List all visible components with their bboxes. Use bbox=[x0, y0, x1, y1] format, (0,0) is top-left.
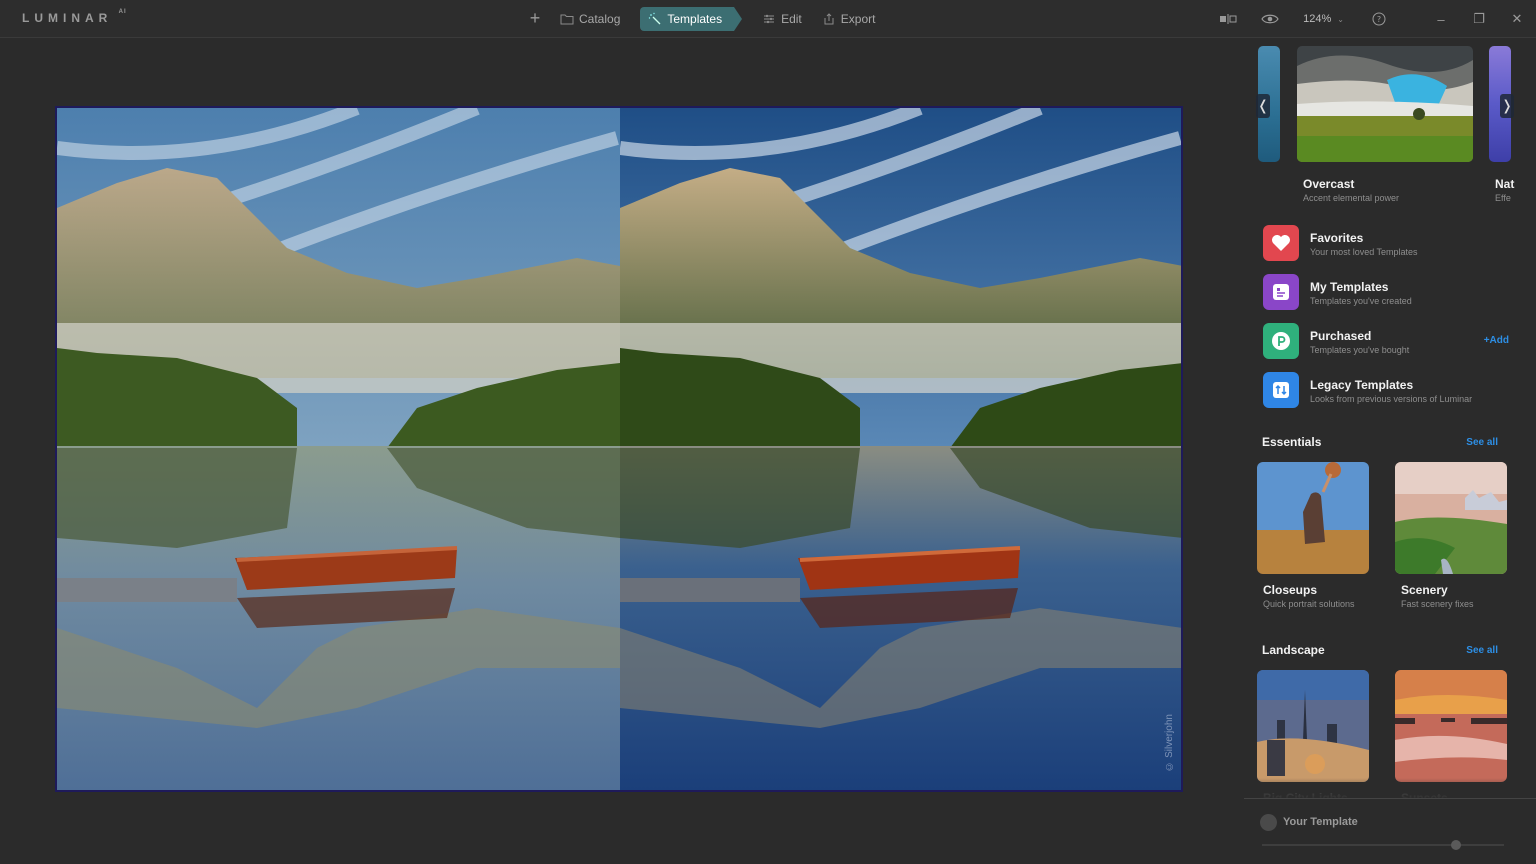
see-all-landscape-link[interactable]: See all bbox=[1466, 645, 1498, 656]
overcast-thumbnail bbox=[1297, 46, 1473, 162]
your-template-panel: Your Template bbox=[1244, 798, 1536, 864]
zoom-level-value: 124% bbox=[1303, 13, 1332, 25]
carousel-prev-button[interactable]: ❬ bbox=[1256, 94, 1270, 118]
collection-subtitle: Looks from previous versions of Luminar bbox=[1310, 394, 1473, 404]
section-title-essentials: Essentials bbox=[1262, 435, 1322, 449]
collection-subtitle: Your most loved Templates bbox=[1310, 247, 1418, 257]
template-thumbnail-placeholder bbox=[1260, 814, 1277, 831]
closeups-thumbnail bbox=[1257, 462, 1369, 574]
restore-icon: ❐ bbox=[1473, 11, 1485, 26]
tile-title: Closeups bbox=[1263, 583, 1318, 597]
folder-icon bbox=[560, 14, 574, 25]
legacy-icon bbox=[1263, 372, 1299, 408]
see-all-essentials-link[interactable]: See all bbox=[1466, 437, 1498, 448]
template-icon bbox=[1263, 274, 1299, 310]
big-city-lights-thumbnail bbox=[1257, 670, 1369, 782]
nav-export-label: Export bbox=[840, 12, 876, 26]
list-fade bbox=[1244, 778, 1536, 798]
carousel-next-button[interactable]: ❭ bbox=[1500, 94, 1514, 118]
nav-catalog-label: Catalog bbox=[579, 12, 621, 26]
template-tile-closeups[interactable] bbox=[1257, 462, 1369, 574]
nav-edit[interactable]: Edit bbox=[762, 7, 802, 31]
photo-watermark: © Silverjohn bbox=[1164, 714, 1175, 772]
logo-text: LUMINAR bbox=[22, 11, 113, 25]
tile-title: Scenery bbox=[1401, 583, 1448, 597]
image-canvas: © Silverjohn bbox=[0, 38, 1244, 864]
lake-photo-after bbox=[620, 108, 1181, 790]
collection-title: Purchased bbox=[1310, 329, 1372, 343]
carousel-current-thumb[interactable] bbox=[1297, 46, 1473, 162]
nav-catalog[interactable]: Catalog bbox=[560, 7, 620, 31]
restore-button[interactable]: ❐ bbox=[1460, 0, 1498, 38]
app-logo: LUMINAR AI bbox=[22, 9, 127, 25]
add-purchased-button[interactable]: +Add bbox=[1484, 335, 1509, 346]
share-icon bbox=[824, 13, 834, 25]
slider-thumb[interactable] bbox=[1450, 840, 1461, 850]
carousel-current-subtitle: Accent elemental power bbox=[1303, 193, 1400, 203]
templates-sidebar: ❬ ❭ Overcast Accent elemental power Nat … bbox=[1244, 38, 1536, 864]
magic-wand-icon bbox=[649, 12, 661, 25]
zoom-level-dropdown[interactable]: 124% ⌄ bbox=[1303, 13, 1344, 25]
chevron-right-icon: ❭ bbox=[1501, 97, 1513, 113]
purchased-icon bbox=[1263, 323, 1299, 359]
main-nav: + Catalog Templates Edit Export bbox=[526, 7, 895, 31]
help-icon[interactable]: ? bbox=[1372, 12, 1386, 26]
nav-templates[interactable]: Templates bbox=[640, 7, 742, 31]
logo-sup: AI bbox=[118, 9, 127, 15]
chevron-left-icon: ❬ bbox=[1257, 97, 1269, 113]
after-image: © Silverjohn bbox=[620, 108, 1181, 790]
close-button[interactable]: ✕ bbox=[1498, 0, 1536, 38]
template-tile-scenery[interactable] bbox=[1395, 462, 1507, 574]
collection-my-templates[interactable]: My Templates Templates you've created bbox=[1263, 274, 1525, 323]
carousel-next-subtitle: Effe bbox=[1495, 193, 1511, 203]
carousel-next-title: Nat bbox=[1495, 177, 1515, 191]
before-image bbox=[57, 108, 620, 790]
nav-export[interactable]: Export bbox=[822, 7, 876, 31]
luminar-app: LUMINAR AI + Catalog Templates Edit Expo… bbox=[0, 0, 1536, 864]
eye-icon[interactable] bbox=[1261, 13, 1279, 25]
collection-subtitle: Templates you've bought bbox=[1310, 345, 1410, 355]
minimize-icon: – bbox=[1437, 11, 1445, 27]
collection-title: Favorites bbox=[1310, 231, 1364, 245]
collection-legacy-templates[interactable]: Legacy Templates Looks from previous vers… bbox=[1263, 372, 1525, 421]
close-icon: ✕ bbox=[1511, 11, 1523, 26]
top-bar: LUMINAR AI + Catalog Templates Edit Expo… bbox=[0, 0, 1536, 38]
svg-text:?: ? bbox=[1377, 15, 1381, 24]
template-amount-slider[interactable] bbox=[1262, 840, 1504, 850]
collection-favorites[interactable]: Favorites Your most loved Templates bbox=[1263, 225, 1525, 274]
featured-carousel: ❬ ❭ Overcast Accent elemental power Nat … bbox=[1244, 44, 1536, 204]
carousel-current-title: Overcast bbox=[1303, 177, 1355, 191]
plus-icon[interactable]: + bbox=[526, 9, 544, 28]
collection-purchased[interactable]: Purchased Templates you've bought +Add bbox=[1263, 323, 1525, 372]
nav-templates-label: Templates bbox=[667, 12, 723, 26]
collection-title: Legacy Templates bbox=[1310, 378, 1414, 392]
sunsets-thumbnail bbox=[1395, 670, 1507, 782]
sliders-icon bbox=[764, 14, 775, 24]
section-title-landscape: Landscape bbox=[1262, 643, 1325, 657]
tile-subtitle: Quick portrait solutions bbox=[1263, 599, 1355, 609]
your-template-label: Your Template bbox=[1283, 816, 1358, 828]
collection-title: My Templates bbox=[1310, 280, 1389, 294]
right-tools: 124% ⌄ ? – ❐ ✕ bbox=[1219, 0, 1536, 38]
nav-edit-label: Edit bbox=[781, 12, 802, 26]
lake-photo-before bbox=[57, 108, 620, 790]
scenery-thumbnail bbox=[1395, 462, 1507, 574]
heart-icon bbox=[1263, 225, 1299, 261]
template-tile-sunsets[interactable] bbox=[1395, 670, 1507, 782]
collection-subtitle: Templates you've created bbox=[1310, 296, 1412, 306]
template-tile-big-city-lights[interactable] bbox=[1257, 670, 1369, 782]
chevron-down-icon: ⌄ bbox=[1337, 14, 1344, 24]
collections-list: Favorites Your most loved Templates My Te… bbox=[1263, 225, 1525, 421]
minimize-button[interactable]: – bbox=[1422, 0, 1460, 38]
photo-frame[interactable]: © Silverjohn bbox=[55, 106, 1183, 792]
before-after-icon[interactable] bbox=[1219, 13, 1237, 25]
tile-subtitle: Fast scenery fixes bbox=[1401, 599, 1474, 609]
